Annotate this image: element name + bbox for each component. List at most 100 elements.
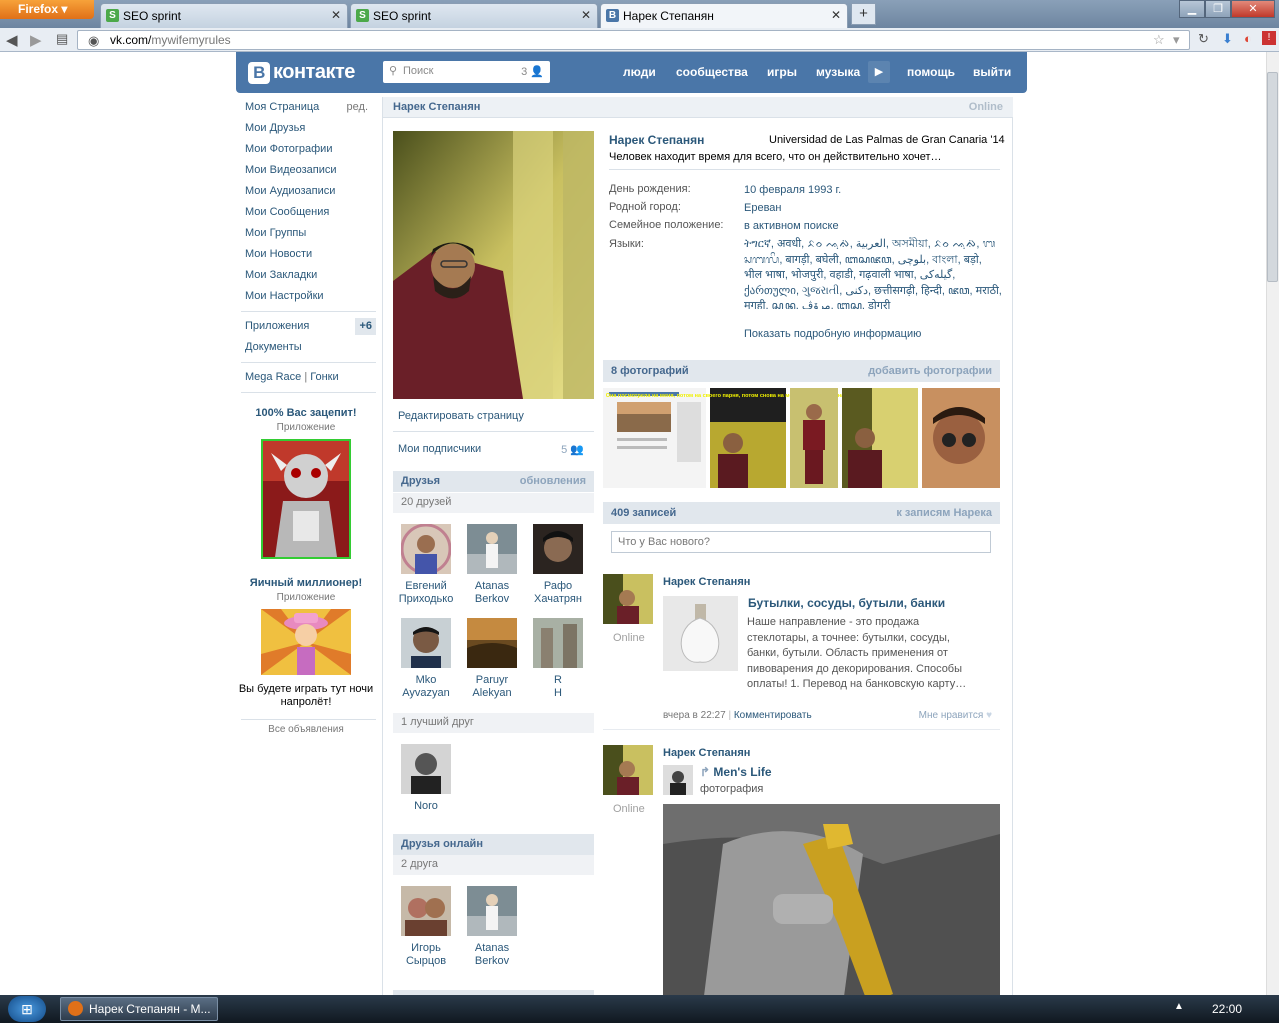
minimize-icon[interactable]: ▁ <box>1179 0 1205 18</box>
info-value-birthday[interactable]: 10 февраля 1993 г. <box>744 183 1002 199</box>
post-time[interactable]: вчера в 22:27 <box>663 710 726 721</box>
start-button-icon[interactable]: ⊞ <box>8 996 46 1022</box>
to-posts-link[interactable]: к записям Нарека <box>896 507 992 519</box>
info-value-languages[interactable]: ትግርኛ, अवधी, ᨅᨔ ᨕᨘᨁᨗ, العربية, অসমীয়া, ᨅ… <box>744 237 1002 309</box>
taskbar-firefox-task[interactable]: Нарек Степанян - M... <box>60 997 218 1021</box>
repost-source[interactable]: ↱ Men's Life <box>700 765 772 779</box>
menu-bookmarks[interactable]: Мои Закладки <box>236 265 376 286</box>
friend-item[interactable]: Рафо Хачатрян <box>525 524 591 606</box>
friends-online-header[interactable]: Друзья онлайн <box>393 834 594 855</box>
edit-page-link[interactable]: Редактировать страницу <box>393 410 594 422</box>
photos-header[interactable]: 8 фотографий добавить фотографии <box>603 360 1000 382</box>
races-link[interactable]: Гонки <box>310 371 338 383</box>
menu-settings[interactable]: Мои Настройки <box>236 286 376 307</box>
ad1-title[interactable]: 100% Вас зацепит! <box>236 407 376 419</box>
menu-friends[interactable]: Мои Друзья <box>236 118 376 139</box>
nav-music[interactable]: музыка <box>816 65 860 79</box>
menu-my-page[interactable]: Моя Страница ред. <box>236 97 376 118</box>
ad2-image[interactable] <box>261 609 351 675</box>
clock[interactable]: 22:00 <box>1212 1002 1242 1016</box>
nav-people[interactable]: люди <box>623 65 656 79</box>
ad2-title[interactable]: Яичный миллионер! <box>236 577 376 589</box>
mega-race-link[interactable]: Mega Race <box>245 371 301 383</box>
online-friend-item[interactable]: Игорь Сырцов <box>393 886 459 968</box>
nav-games[interactable]: игры <box>767 65 797 79</box>
menu-groups[interactable]: Мои Группы <box>236 223 376 244</box>
wall-post-input[interactable]: Что у Вас нового? <box>611 531 991 553</box>
post-author[interactable]: Нарек Степанян <box>663 747 750 759</box>
photo-thumb-1[interactable] <box>603 388 706 488</box>
firefox-menu-button[interactable]: Firefox ▾ <box>0 0 94 19</box>
addon-red-icon[interactable]: ! <box>1262 31 1276 45</box>
online-friend-item[interactable]: Atanas Berkov <box>459 886 525 968</box>
menu-photos[interactable]: Мои Фотографии <box>236 139 376 160</box>
close-tab-icon[interactable]: ✕ <box>581 8 591 22</box>
post-photo[interactable] <box>663 804 1000 995</box>
comment-link[interactable]: Комментировать <box>734 710 812 721</box>
subscribers-link[interactable]: Мои подписчики 5 👥 <box>393 443 594 456</box>
post-author[interactable]: Нарек Степанян <box>663 576 750 588</box>
back-arrow-icon[interactable]: ◀ <box>6 31 18 49</box>
friend-item[interactable]: Евгений Приходько <box>393 524 459 606</box>
wall-header[interactable]: 409 записей к записям Нарека <box>603 502 1000 524</box>
menu-messages[interactable]: Мои Сообщения <box>236 202 376 223</box>
friend-item[interactable]: Mko Ayvazyan <box>393 618 459 700</box>
post-title[interactable]: Бутылки, сосуды, бутыли, банки <box>748 596 945 610</box>
scrollbar-thumb[interactable] <box>1267 72 1278 282</box>
ad2-text[interactable]: Вы будете играть тут ночи напролёт! <box>236 683 376 709</box>
repost-source-avatar[interactable] <box>663 765 693 795</box>
friend-item[interactable]: Paruyr Alekyan <box>459 618 525 700</box>
new-tab-button[interactable]: + <box>851 3 876 25</box>
all-ads-link[interactable]: Все объявления <box>236 724 376 735</box>
photo-thumb-4[interactable] <box>842 388 918 488</box>
menu-apps[interactable]: Приложения +6 <box>236 316 376 337</box>
play-icon[interactable]: ▶ <box>868 61 890 83</box>
like-button[interactable]: Мне нравится ♥ <box>919 710 992 721</box>
forward-arrow-icon[interactable]: ▶ <box>30 31 42 49</box>
profile-status[interactable]: Человек находит время для всего, что он … <box>609 151 942 163</box>
close-tab-icon[interactable]: ✕ <box>331 8 341 22</box>
star-icon[interactable]: ☆ <box>1153 32 1165 48</box>
friend-photo <box>401 524 451 574</box>
profile-university[interactable]: Universidad de Las Palmas de Gran Canari… <box>769 134 1005 146</box>
search-input[interactable]: ⚲ Поиск 3 👤 <box>383 61 550 83</box>
info-value-hometown[interactable]: Ереван <box>744 201 1002 217</box>
nav-logout[interactable]: выйти <box>973 65 1011 79</box>
close-tab-icon[interactable]: ✕ <box>831 8 841 22</box>
download-icon[interactable]: ⬇ <box>1222 31 1233 47</box>
tab-seo-sprint-1[interactable]: S SEO sprint ✕ <box>100 3 348 28</box>
ad1-image[interactable] <box>261 439 351 559</box>
friend-item[interactable]: Atanas Berkov <box>459 524 525 606</box>
close-window-icon[interactable]: ✕ <box>1231 0 1275 18</box>
show-more-info-link[interactable]: Показать подробную информацию <box>744 327 1002 343</box>
addon-icon[interactable]: ◐ <box>1244 31 1252 46</box>
edit-link[interactable]: ред. <box>347 97 368 118</box>
photo-thumb-5[interactable] <box>922 388 1000 488</box>
vk-logo[interactable]: Вконтакте <box>248 61 355 84</box>
maximize-icon[interactable]: ❐ <box>1205 0 1231 18</box>
profile-avatar[interactable] <box>393 131 594 399</box>
nav-communities[interactable]: сообщества <box>676 65 748 79</box>
tab-vk-profile[interactable]: B Нарек Степанян ✕ <box>600 3 848 28</box>
tab-seo-sprint-2[interactable]: S SEO sprint ✕ <box>350 3 598 28</box>
tray-arrow-icon[interactable]: ▲ <box>1174 1001 1184 1012</box>
post-author-avatar[interactable] <box>603 745 653 795</box>
dropdown-icon[interactable]: ▾ <box>1173 32 1180 48</box>
menu-videos[interactable]: Мои Видеозаписи <box>236 160 376 181</box>
url-bar[interactable]: ◉ vk.com/mywifemyrules ☆ ▾ <box>77 30 1190 50</box>
nav-help[interactable]: помощь <box>907 65 955 79</box>
post-image[interactable] <box>663 596 738 671</box>
menu-news[interactable]: Мои Новости <box>236 244 376 265</box>
friends-updates-link[interactable]: обновления <box>520 475 586 487</box>
info-value-relationship[interactable]: в активном поиске <box>744 219 1002 235</box>
friends-header[interactable]: Друзья обновления <box>393 471 594 492</box>
best-friend-item[interactable]: Noro <box>393 744 459 813</box>
photo-thumb-3[interactable] <box>790 388 838 488</box>
add-photos-link[interactable]: добавить фотографии <box>868 365 992 377</box>
reload-icon[interactable]: ↻ <box>1198 31 1209 47</box>
page-icon[interactable]: ▤ <box>56 31 68 47</box>
menu-audio[interactable]: Мои Аудиозаписи <box>236 181 376 202</box>
friend-item[interactable]: RH <box>525 618 591 700</box>
menu-documents[interactable]: Документы <box>236 337 376 358</box>
post-author-avatar[interactable] <box>603 574 653 624</box>
